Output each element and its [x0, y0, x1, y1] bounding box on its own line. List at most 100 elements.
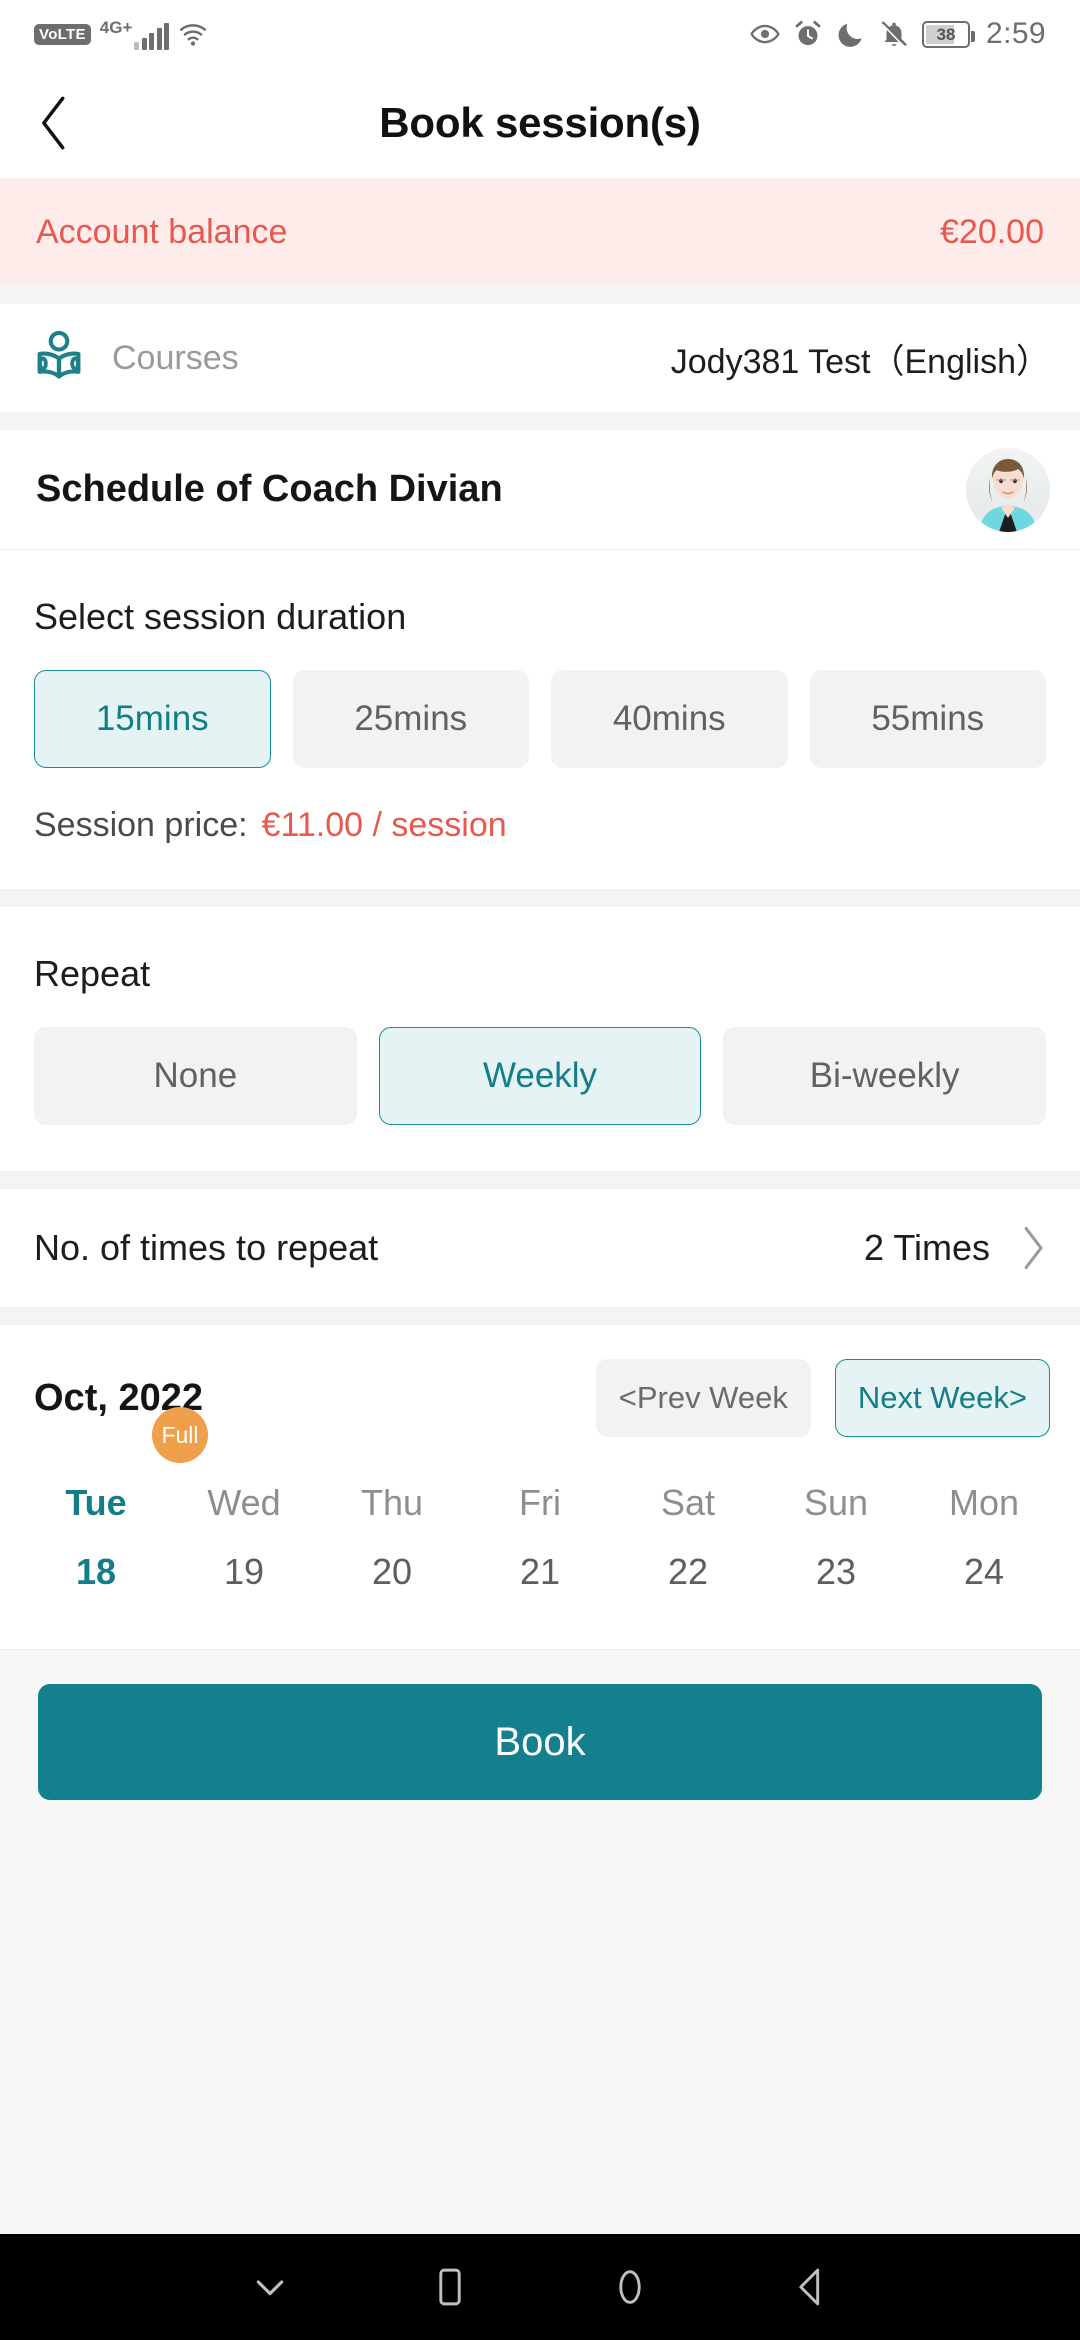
- session-price-label: Session price:: [34, 806, 248, 844]
- recents-square-icon: [439, 2268, 461, 2306]
- calendar-date-row: 18 19 20 21 22 23 24: [0, 1529, 1080, 1615]
- signal-bars-icon: [134, 22, 170, 50]
- courses-value: Jody381 Test（English）: [670, 342, 1050, 381]
- hide-keyboard-button[interactable]: [180, 2267, 360, 2307]
- calendar-dow-label: Tue: [65, 1482, 127, 1523]
- session-duration-title: Select session duration: [34, 596, 407, 637]
- account-balance-value: €20.00: [940, 212, 1044, 251]
- prev-week-button[interactable]: <Prev Week: [595, 1359, 811, 1437]
- book-button[interactable]: Book: [38, 1684, 1042, 1800]
- calendar-date-19[interactable]: 19: [170, 1529, 318, 1615]
- courses-row[interactable]: Courses Jody381 Test（English）: [0, 304, 1080, 412]
- recents-button[interactable]: [360, 2264, 540, 2310]
- duration-option-55[interactable]: 55mins: [809, 670, 1046, 768]
- calendar-date-22[interactable]: 22: [614, 1529, 762, 1615]
- calendar-date-label: 22: [667, 1551, 709, 1592]
- status-bar-left: VoLTE 4G+: [34, 19, 208, 50]
- moon-icon: [838, 23, 862, 47]
- home-button[interactable]: [540, 2264, 720, 2310]
- calendar-dow-sun[interactable]: Sun: [762, 1437, 910, 1529]
- calendar-dow-label: Sun: [803, 1482, 869, 1523]
- alarm-icon: [795, 20, 821, 46]
- courses-reader-icon: [37, 330, 81, 379]
- chevron-down-icon: [256, 2280, 284, 2296]
- repeat-title: Repeat: [34, 953, 151, 994]
- account-balance-banner: Account balance €20.00: [0, 178, 1080, 286]
- duration-option-40[interactable]: 40mins: [551, 670, 788, 768]
- duration-option-15[interactable]: 15mins: [34, 670, 271, 768]
- next-week-button[interactable]: Next Week>: [834, 1359, 1050, 1437]
- section-divider-2: [0, 412, 1080, 430]
- back-button[interactable]: [18, 87, 90, 159]
- network-type-label: 4G+: [99, 17, 133, 37]
- repeat-chip-row: None Weekly Bi-weekly: [34, 995, 1047, 1125]
- clock-label: 2:59: [986, 17, 1046, 50]
- duration-option-label: 55mins: [871, 699, 985, 738]
- duration-option-label: 40mins: [612, 699, 726, 738]
- calendar-dow-thu[interactable]: Thu: [318, 1437, 466, 1529]
- calendar-date-18[interactable]: 18: [22, 1529, 170, 1615]
- week-calendar: Oct, 2022 <Prev Week Next Week> Tue Full…: [0, 1325, 1080, 1649]
- session-price-row: Session price: €11.00 / session: [34, 768, 1046, 889]
- book-action-bar: Book: [0, 1649, 1080, 2234]
- calendar-date-label: 21: [519, 1551, 561, 1592]
- duration-option-25[interactable]: 25mins: [292, 670, 529, 768]
- chevron-left-icon: [42, 96, 65, 150]
- wifi-icon: [180, 24, 207, 46]
- repeat-count-row[interactable]: No. of times to repeat 2 Times: [0, 1189, 1080, 1307]
- calendar-date-23[interactable]: 23: [762, 1529, 910, 1615]
- repeat-count-label: No. of times to repeat: [34, 1227, 379, 1268]
- courses-label: Courses: [112, 338, 239, 377]
- repeat-option-label: Weekly: [482, 1056, 598, 1095]
- calendar-dow-label: Wed: [207, 1482, 281, 1523]
- signal-strength-icon: 4G+: [100, 19, 170, 50]
- calendar-dow-fri[interactable]: Fri: [466, 1437, 614, 1529]
- volte-indicator: VoLTE: [34, 23, 91, 45]
- app-bar: Book session(s): [0, 68, 1080, 178]
- status-bar-right: 38 2:59: [750, 17, 1046, 51]
- section-divider-5: [0, 1307, 1080, 1325]
- android-navigation-bar: [0, 2234, 1080, 2340]
- battery-percent: 38: [936, 24, 956, 44]
- calendar-date-20[interactable]: 20: [318, 1529, 466, 1615]
- calendar-dow-label: Mon: [948, 1482, 1020, 1523]
- section-divider: [0, 286, 1080, 304]
- avatar-image: [966, 447, 1050, 532]
- calendar-dow-wed[interactable]: Wed: [170, 1437, 318, 1529]
- repeat-option-weekly[interactable]: Weekly: [378, 1027, 702, 1125]
- calendar-date-21[interactable]: 21: [466, 1529, 614, 1615]
- status-bar: VoLTE 4G+ 38 2:59: [0, 0, 1080, 68]
- calendar-date-24[interactable]: 24: [910, 1529, 1058, 1615]
- calendar-dow-mon[interactable]: Mon: [910, 1437, 1058, 1529]
- calendar-date-label: 19: [223, 1551, 265, 1592]
- account-balance-label: Account balance: [36, 212, 288, 251]
- calendar-dow-label: Sat: [660, 1482, 716, 1523]
- chevron-right-icon: [1024, 1226, 1043, 1270]
- repeat-option-none[interactable]: None: [34, 1027, 357, 1125]
- back-triangle-icon: [799, 2268, 820, 2306]
- coach-schedule-title: Schedule of Coach Divian: [36, 468, 503, 510]
- back-nav-button[interactable]: [720, 2264, 900, 2310]
- app-screen: VoLTE 4G+ 38 2:59 Book session(s) Accoun…: [0, 0, 1080, 2340]
- calendar-nav-buttons: <Prev Week Next Week>: [595, 1359, 1050, 1437]
- repeat-card: Repeat None Weekly Bi-weekly: [0, 907, 1080, 1171]
- session-duration-card: Select session duration 15mins 25mins 40…: [0, 550, 1080, 889]
- duration-chip-row: 15mins 25mins 40mins 55mins: [34, 638, 1046, 768]
- calendar-dow-label: Fri: [519, 1482, 561, 1523]
- repeat-option-biweekly[interactable]: Bi-weekly: [723, 1027, 1047, 1125]
- battery-icon: 38: [922, 20, 975, 48]
- coach-avatar[interactable]: [966, 447, 1050, 532]
- coach-schedule-row: Schedule of Coach Divian: [0, 430, 1080, 550]
- calendar-dow-row: Tue Full Wed Thu Fri Sat Sun Mon: [0, 1407, 1080, 1529]
- calendar-dow-tue[interactable]: Tue Full: [22, 1407, 208, 1529]
- calendar-date-label: 18: [75, 1551, 117, 1592]
- page-title: Book session(s): [379, 99, 701, 146]
- repeat-count-value: 2 Times: [863, 1227, 990, 1268]
- duration-option-label: 25mins: [354, 699, 468, 738]
- calendar-date-label: 23: [815, 1551, 857, 1592]
- bell-muted-icon: [881, 21, 907, 47]
- calendar-date-label: 20: [371, 1551, 413, 1592]
- eye-care-icon: [750, 24, 780, 44]
- calendar-dow-sat[interactable]: Sat: [614, 1437, 762, 1529]
- calendar-date-label: 24: [963, 1551, 1005, 1592]
